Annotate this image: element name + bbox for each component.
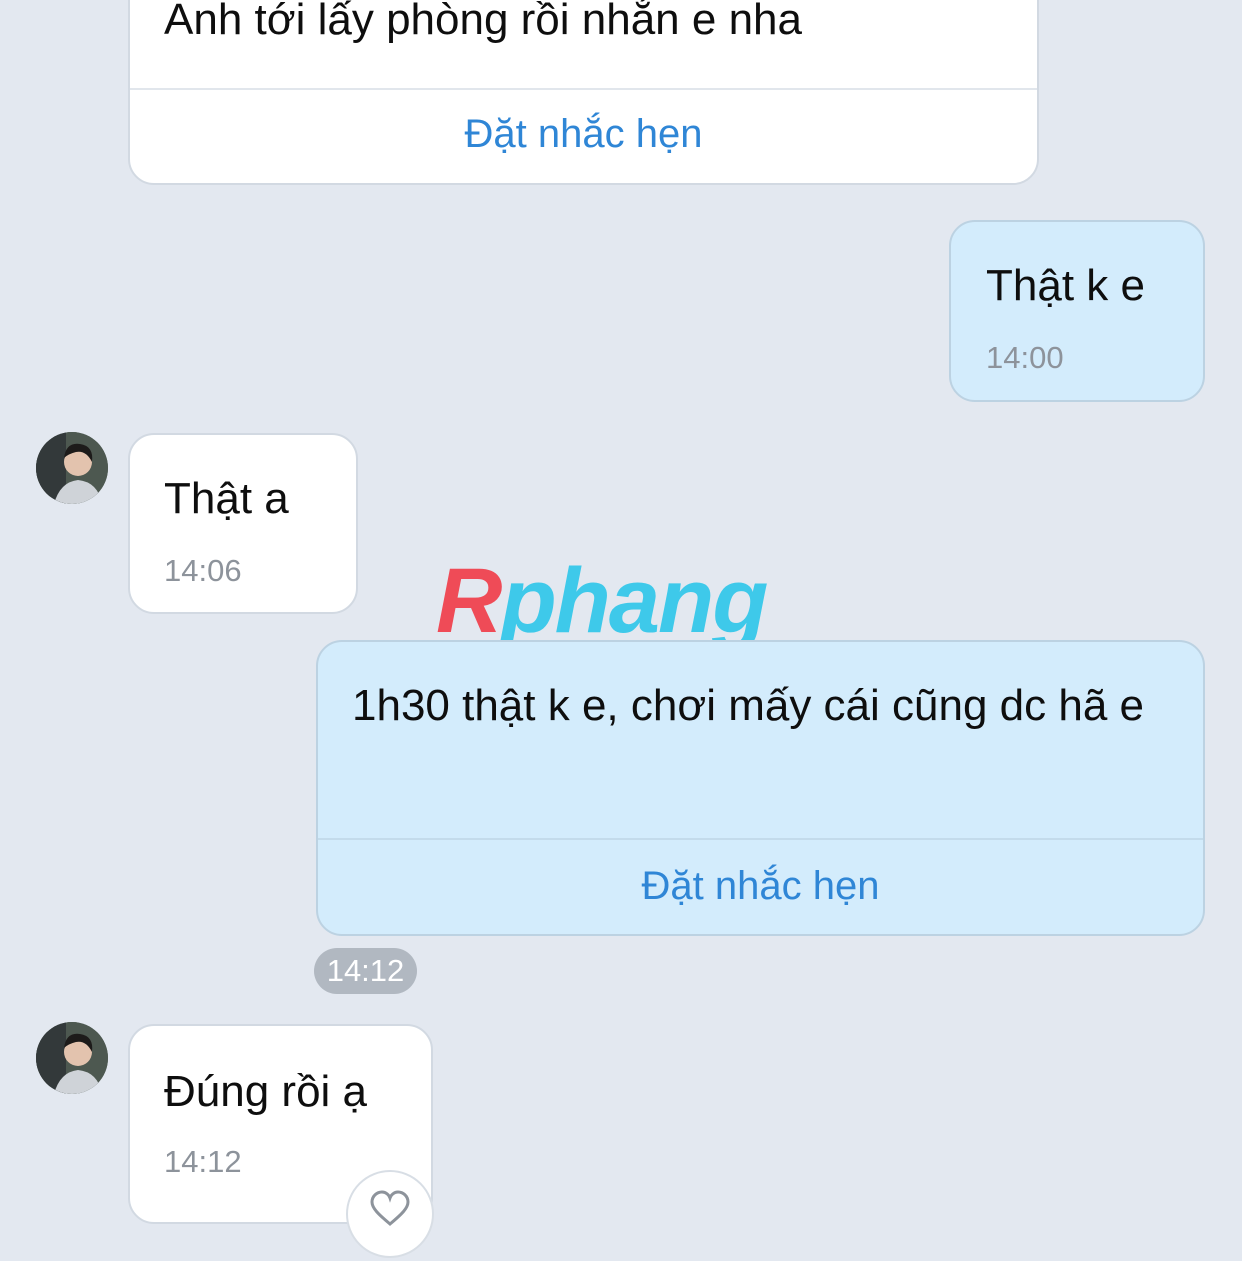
heart-icon bbox=[370, 1190, 410, 1226]
message-text: 1h30 thật k e, chơi mấy cái cũng dc hã e bbox=[352, 681, 1144, 730]
message-bubble-incoming[interactable]: Thật a 14:06 bbox=[128, 433, 358, 614]
message-text: Đúng rồi ạ bbox=[164, 1067, 368, 1116]
avatar[interactable] bbox=[36, 432, 108, 504]
set-reminder-button[interactable]: Đặt nhắc hẹn bbox=[318, 864, 1203, 909]
time-separator: 14:12 bbox=[314, 948, 417, 994]
divider bbox=[130, 88, 1037, 90]
avatar-image bbox=[36, 1022, 108, 1094]
divider bbox=[318, 838, 1203, 840]
message-bubble-incoming[interactable]: Anh tới lấy phòng rồi nhắn e nha Đặt nhắ… bbox=[128, 0, 1039, 185]
message-bubble-outgoing[interactable]: Thật k e 14:00 bbox=[949, 220, 1205, 402]
watermark-part: R bbox=[436, 550, 502, 652]
message-timestamp: 14:12 bbox=[164, 1144, 242, 1179]
avatar-image bbox=[36, 432, 108, 504]
message-text: Anh tới lấy phòng rồi nhắn e nha bbox=[164, 0, 802, 44]
message-timestamp: 14:00 bbox=[986, 340, 1064, 375]
message-text: Thật a bbox=[164, 474, 289, 523]
message-text: Thật k e bbox=[986, 261, 1145, 310]
watermark-part: phang bbox=[500, 550, 768, 652]
set-reminder-button[interactable]: Đặt nhắc hẹn bbox=[130, 112, 1037, 157]
message-bubble-outgoing[interactable]: 1h30 thật k e, chơi mấy cái cũng dc hã e… bbox=[316, 640, 1205, 936]
message-timestamp: 14:06 bbox=[164, 553, 242, 588]
reaction-button[interactable] bbox=[346, 1170, 434, 1258]
avatar[interactable] bbox=[36, 1022, 108, 1094]
